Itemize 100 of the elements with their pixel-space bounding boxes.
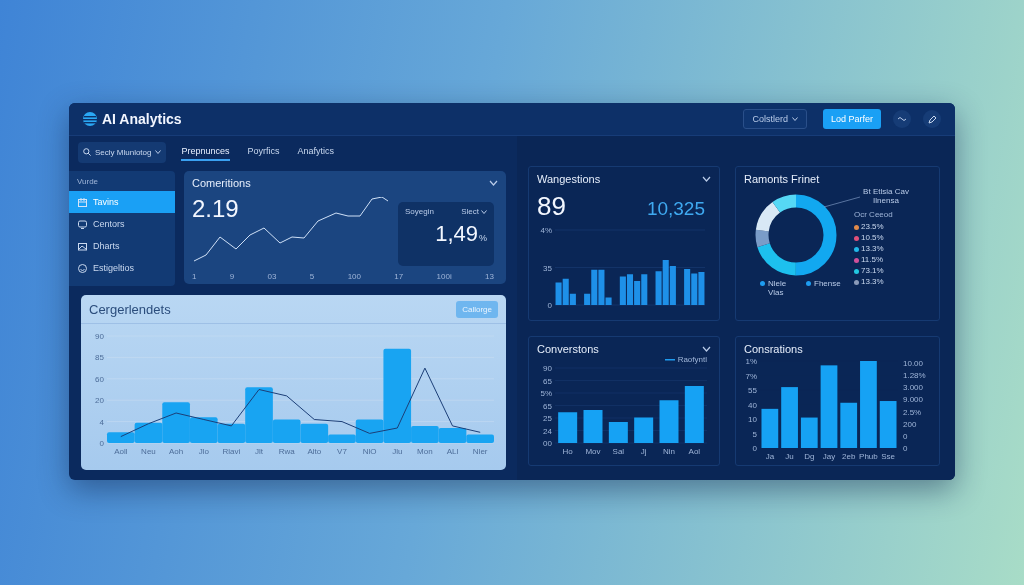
- chevron-icon: [702, 346, 711, 352]
- card-title: Consrations: [744, 343, 804, 355]
- axis-label: Sse: [881, 452, 896, 461]
- legend-value: 13.3%: [861, 244, 884, 253]
- axis-label: 5: [309, 272, 315, 281]
- pen-icon: [927, 114, 937, 124]
- bar: [879, 401, 897, 448]
- axis-label: 1.28%: [903, 371, 926, 381]
- sidebar-item[interactable]: Dharts: [69, 235, 175, 257]
- axis-label: Jlt: [255, 447, 264, 456]
- legend-label: Raofyntl: [677, 355, 707, 364]
- smile-icon: [78, 263, 87, 273]
- axis-label: 100i: [436, 272, 452, 281]
- bar: [608, 422, 628, 443]
- axis-label: 1%: [745, 357, 757, 366]
- sidebar-item[interactable]: Estigeltios: [69, 257, 175, 279]
- nav-tab[interactable]: Poyrfics: [247, 143, 280, 161]
- stat-value: 1,49: [435, 221, 478, 247]
- axis-label: 25: [543, 414, 552, 423]
- axis-label: 90: [543, 364, 552, 373]
- axis-label: 24: [543, 426, 552, 436]
- axis-label: 2eb: [842, 452, 856, 461]
- card-title: Ramonts Frinet: [744, 173, 821, 185]
- axis-label: 40: [748, 400, 757, 410]
- legend-heading: Ocr Ceeod: [854, 210, 894, 219]
- card-title: Comeritions: [192, 177, 251, 189]
- axis-label: Jj: [640, 447, 647, 456]
- axis-label: 0: [903, 444, 909, 453]
- axis-label: 13: [485, 272, 494, 281]
- axis-label: Rlavi: [222, 447, 241, 456]
- axis-label: 65: [543, 376, 552, 386]
- search-icon: [83, 148, 91, 156]
- stat-unit: %: [479, 233, 487, 243]
- axis-label: 7%: [745, 371, 757, 381]
- logo-icon: [83, 112, 97, 126]
- axis-label: Ja: [765, 452, 775, 461]
- axis-label: Mon: [417, 447, 433, 456]
- legend-value: 11.5%: [861, 255, 884, 264]
- axis-label: 5: [752, 429, 757, 439]
- metric-value: 10,325: [646, 198, 705, 220]
- bar: [558, 412, 578, 443]
- audio-button[interactable]: [893, 110, 911, 128]
- nav-tab[interactable]: Prepnunces: [181, 143, 230, 161]
- legend-line-icon: [664, 358, 675, 361]
- axis-label: 200: [903, 419, 918, 429]
- axis-label: 00: [543, 439, 552, 448]
- axis-label: 9.000: [903, 395, 925, 405]
- app-title: AI Analytics: [102, 111, 182, 127]
- axis-label: 90: [95, 332, 104, 341]
- axis-label: Aoll: [114, 447, 128, 456]
- legend-value: 10.5%: [861, 233, 884, 242]
- axis-label: NlO: [362, 447, 377, 456]
- bar: [684, 386, 704, 443]
- bar: [781, 387, 798, 448]
- axis-label: ALl: [446, 447, 459, 456]
- legend-value: 13.3%: [861, 277, 884, 286]
- axis-label: Ju: [785, 452, 794, 461]
- axis-label: 1: [192, 272, 197, 281]
- metric-value: 89: [537, 191, 566, 222]
- axis-label: 0: [903, 431, 909, 441]
- edit-button[interactable]: [923, 110, 941, 128]
- bar: [583, 410, 603, 443]
- axis-label: 10.00: [903, 359, 925, 368]
- axis-label: 0: [547, 301, 552, 308]
- axis-label: Phub: [859, 452, 878, 461]
- legend-value: 23.5%: [861, 222, 884, 231]
- axis-label: 20: [95, 396, 104, 406]
- bar: [800, 417, 818, 448]
- axis-label: 35: [543, 263, 552, 273]
- sidebar-item[interactable]: Centors: [69, 213, 175, 235]
- metric-value: 2.19: [192, 195, 239, 223]
- legend-value: 73.1%: [861, 266, 884, 275]
- nav-tab[interactable]: Anafytics: [297, 143, 335, 161]
- axis-label: 4: [99, 417, 104, 427]
- callout-label: Bt Etlsia Cav Ilnensa: [862, 187, 910, 205]
- image-icon: [78, 241, 87, 251]
- axis-label: Nler: [472, 447, 488, 456]
- search-dropdown[interactable]: Secly Mlunlotog: [78, 141, 167, 163]
- legend-label: Nlele Vlas: [768, 279, 788, 297]
- sidebar-heading: Vurde: [76, 176, 100, 188]
- axis-label: Sal: [612, 447, 625, 456]
- axis-label: 9: [229, 272, 235, 281]
- axis-label: Rwa: [278, 447, 295, 456]
- axis-label: Nin: [663, 447, 675, 456]
- axis-label: Ho: [562, 447, 573, 456]
- axis-label: 10: [748, 415, 757, 424]
- axis-label: Jlo: [198, 447, 209, 456]
- select-dropdown[interactable]: Slect: [461, 207, 487, 216]
- axis-label: Alto: [307, 447, 322, 456]
- axis-label: 3.000: [903, 383, 925, 393]
- axis-label: 5%: [540, 389, 552, 398]
- axis-label: 55: [748, 386, 757, 395]
- axis-label: 2.5%: [903, 407, 923, 417]
- axis-label: Aoh: [169, 447, 184, 456]
- axis-label: V7: [337, 447, 347, 456]
- axis-label: 65: [543, 401, 552, 411]
- axis-label: Neu: [141, 447, 156, 456]
- chevron-icon: [489, 180, 498, 186]
- stat-label: Soyegin: [405, 207, 434, 216]
- view-dropdown[interactable]: Colstlerd: [743, 109, 807, 129]
